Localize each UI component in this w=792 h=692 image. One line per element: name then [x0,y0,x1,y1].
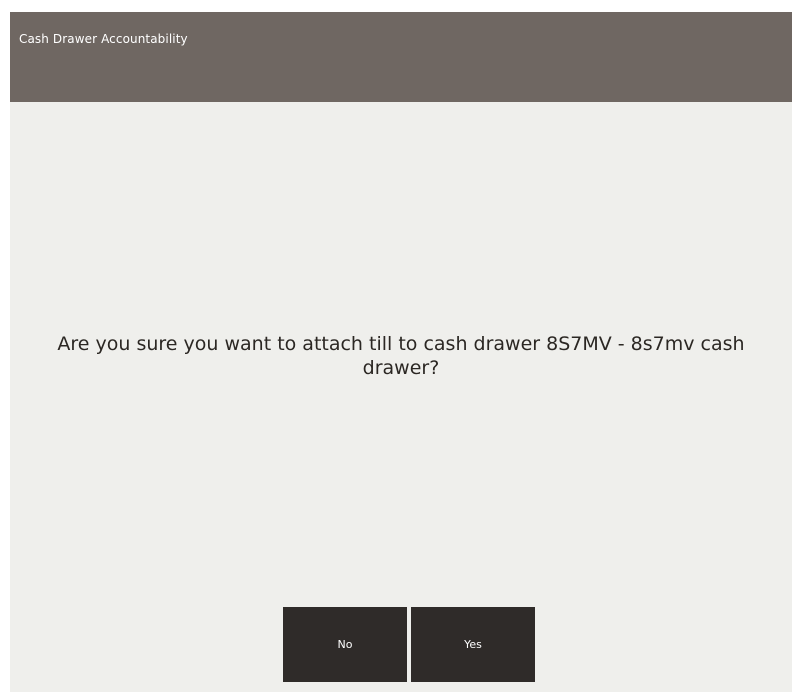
dialog-title: Cash Drawer Accountability [19,32,188,46]
confirmation-message: Are you sure you want to attach till to … [57,333,745,379]
no-button-label: No [337,638,353,651]
button-row: No Yes [283,607,535,682]
title-bar: Cash Drawer Accountability [10,12,792,102]
yes-button-label: Yes [464,638,482,651]
yes-button[interactable]: Yes [411,607,535,682]
no-button[interactable]: No [283,607,407,682]
confirmation-dialog: Cash Drawer Accountability Are you sure … [10,12,792,692]
